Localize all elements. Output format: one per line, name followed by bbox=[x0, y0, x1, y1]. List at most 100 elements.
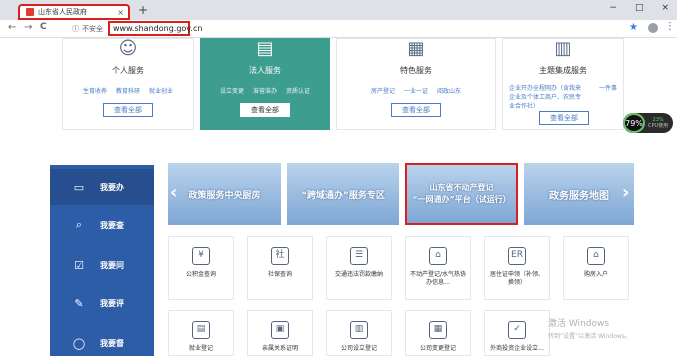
favicon-icon bbox=[26, 8, 34, 16]
service-tile[interactable]: ▦ 公司变更登记 bbox=[405, 310, 471, 356]
sidebar-item-label: 我要问 bbox=[100, 260, 124, 270]
menu-more-icon[interactable]: ⋮ bbox=[665, 21, 675, 32]
checkbox-icon: ☑ bbox=[74, 258, 84, 272]
card-title: 个人服务 bbox=[112, 66, 144, 75]
maximize-icon[interactable]: □ bbox=[635, 3, 644, 13]
id-card-icon: ▤ bbox=[256, 38, 274, 59]
view-all-button[interactable]: 查看全部 bbox=[391, 103, 441, 117]
tab-title: 山东省人民政府 bbox=[38, 8, 87, 16]
service-label: 居住证申领（补领、换领） bbox=[489, 271, 544, 286]
house-icon: ⌂ bbox=[587, 247, 605, 265]
service-label: 公司变更登记 bbox=[419, 345, 456, 352]
tab-close-icon[interactable]: × bbox=[117, 8, 124, 17]
sidebar-item-label: 我要督 bbox=[100, 338, 124, 348]
card-link[interactable]: 资质认证 bbox=[286, 86, 310, 95]
service-tile[interactable]: ▣ 亲属关系证明 bbox=[247, 310, 313, 356]
service-tile[interactable]: ⌂ 购房入户 bbox=[563, 236, 629, 300]
service-tile[interactable]: 社 社保查询 bbox=[247, 236, 313, 300]
social-security-icon: 社 bbox=[271, 247, 289, 265]
card-link[interactable]: 一业一证 bbox=[404, 86, 428, 95]
sidebar-item-wen[interactable]: ☑ 我要问 bbox=[50, 247, 154, 283]
cpu-info: 23% CPU使用 bbox=[648, 117, 669, 129]
card-link[interactable]: 准营准办 bbox=[253, 86, 277, 95]
back-icon[interactable]: ← bbox=[8, 22, 16, 33]
company-icon: ▥ bbox=[350, 321, 368, 339]
card-links: 生育收养 教育科研 就业创业 bbox=[63, 86, 193, 95]
service-tile[interactable]: ✓ 外商投资企业设立... bbox=[484, 310, 550, 356]
service-label: 社保查询 bbox=[267, 271, 292, 278]
residence-icon: ER bbox=[508, 247, 526, 265]
card-link[interactable]: 设立变更 bbox=[220, 86, 244, 95]
sidebar-nav: ▭ 我要办 ⌕ 我要查 ☑ 我要问 ✎ 我要评 ◯ 我要督 bbox=[50, 165, 154, 356]
card-personal-service: ☺ 个人服务 生育收养 教育科研 就业创业 查看全部 bbox=[62, 38, 194, 130]
building-icon: ▦ bbox=[407, 38, 425, 59]
new-tab-button[interactable]: + bbox=[138, 3, 148, 17]
card-links: 房产登记 一业一证 阅政山东 bbox=[337, 86, 495, 95]
card-link[interactable]: 房产登记 bbox=[371, 86, 395, 95]
carousel-prev-icon[interactable]: ‹ bbox=[170, 182, 177, 203]
view-all-button[interactable]: 查看全部 bbox=[103, 103, 153, 117]
banner-label: 政策服务中央厨房 bbox=[188, 190, 261, 201]
traffic-icon: ☰ bbox=[350, 247, 368, 265]
profile-avatar[interactable] bbox=[648, 23, 658, 33]
banner-service-map[interactable]: 政务服务地图 bbox=[524, 163, 634, 225]
card-legal-service: ▤ 法人服务 设立变更 准营准办 资质认证 查看全部 bbox=[200, 38, 330, 130]
service-tile[interactable]: ☰ 交通违法罚款缴纳 bbox=[326, 236, 392, 300]
carousel-next-icon[interactable]: › bbox=[622, 182, 629, 203]
card-title: 主题集成服务 bbox=[539, 66, 587, 75]
fund-icon: ¥ bbox=[192, 247, 210, 265]
service-tile[interactable]: ER 居住证申领（补领、换领） bbox=[484, 236, 550, 300]
banner-cross-region[interactable]: “跨域通办”服务专区 bbox=[287, 163, 399, 225]
service-tile[interactable]: ⌂ 不动产登记/水气热协办信息... bbox=[405, 236, 471, 300]
sidebar-item-label: 我要查 bbox=[100, 220, 124, 230]
employment-icon: ▤ bbox=[192, 321, 210, 339]
bookmark-star-icon[interactable]: ★ bbox=[629, 22, 638, 33]
chat-icon: ◯ bbox=[72, 336, 86, 350]
card-title: 法人服务 bbox=[249, 66, 281, 75]
service-label: 购房入户 bbox=[583, 271, 608, 278]
card-special-service: ▦ 特色服务 房产登记 一业一证 阅政山东 查看全部 bbox=[336, 38, 496, 130]
close-window-icon[interactable]: × bbox=[661, 3, 669, 13]
sidebar-item-cha[interactable]: ⌕ 我要查 bbox=[50, 207, 154, 243]
browser-tab[interactable]: 山东省人民政府 × bbox=[18, 4, 130, 20]
sidebar-item-label: 我要评 bbox=[100, 298, 124, 308]
service-tile[interactable]: ▥ 公司设立登记 bbox=[326, 310, 392, 356]
view-all-button[interactable]: 查看全部 bbox=[539, 111, 589, 125]
service-tile[interactable]: ¥ 公积金查询 bbox=[168, 236, 234, 300]
service-label: 外商投资企业设立... bbox=[490, 345, 544, 352]
minimize-icon[interactable]: − bbox=[609, 3, 617, 13]
reload-icon[interactable]: C bbox=[40, 22, 47, 32]
windows-activation-watermark: 激活 Windows 转到“设置”以激活 Windows。 bbox=[548, 319, 631, 340]
change-icon: ▦ bbox=[429, 321, 447, 339]
service-label: 亲属关系证明 bbox=[261, 345, 298, 352]
info-icon: ⓘ bbox=[72, 25, 79, 33]
service-label: 公司设立登记 bbox=[340, 345, 377, 352]
banner-policy-kitchen[interactable]: 政策服务中央厨房 bbox=[168, 163, 281, 225]
cpu-monitor-widget[interactable]: 79% 23% CPU使用 bbox=[623, 113, 673, 133]
view-all-button[interactable]: 查看全部 bbox=[240, 103, 290, 117]
security-label: 不安全 bbox=[82, 25, 103, 33]
person-icon: ☺ bbox=[118, 38, 138, 59]
banner-label: “跨域通办”服务专区 bbox=[301, 190, 385, 201]
card-link-extra[interactable]: 一件事 bbox=[599, 84, 617, 93]
card-link[interactable]: 生育收养 bbox=[83, 86, 107, 95]
card-link[interactable]: 就业创业 bbox=[149, 86, 173, 95]
card-link[interactable]: 阅政山东 bbox=[437, 86, 461, 95]
sidebar-item-ping[interactable]: ✎ 我要评 bbox=[50, 285, 154, 321]
document-icon: ▥ bbox=[554, 38, 572, 59]
card-title: 特色服务 bbox=[400, 66, 432, 75]
card-link[interactable]: 教育科研 bbox=[116, 86, 140, 95]
banner-real-estate-registration[interactable]: 山东省不动产登记 “一网通办”平台（试运行） bbox=[405, 163, 518, 225]
banner-label: 政务服务地图 bbox=[549, 190, 609, 202]
address-bar[interactable]: www.shandong.gov.cn bbox=[108, 21, 202, 36]
service-label: 交通违法罚款缴纳 bbox=[334, 271, 383, 278]
forward-icon[interactable]: → bbox=[24, 22, 32, 33]
card-description[interactable]: 企业开办全程网办（含我来 企业及个体工商户、农民专 业合作社） bbox=[509, 84, 581, 111]
service-label: 不动产登记/水气热协办信息... bbox=[409, 271, 467, 286]
security-indicator[interactable]: ⓘ 不安全 bbox=[72, 24, 103, 34]
sidebar-item-ban[interactable]: ▭ 我要办 bbox=[50, 169, 154, 205]
foreign-icon: ✓ bbox=[508, 321, 526, 339]
sidebar-item-label: 我要办 bbox=[100, 182, 124, 192]
service-tile[interactable]: ▤ 就业登记 bbox=[168, 310, 234, 356]
card-theme-service: ▥ 主题集成服务 企业开办全程网办（含我来 企业及个体工商户、农民专 业合作社）… bbox=[502, 38, 624, 130]
